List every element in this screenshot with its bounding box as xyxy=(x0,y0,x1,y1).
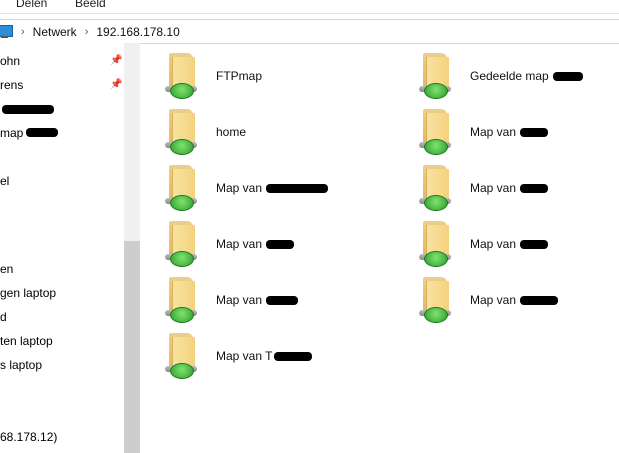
nav-item-6[interactable]: en xyxy=(0,262,13,276)
nav-item-8[interactable]: d xyxy=(0,310,7,324)
folder-item[interactable]: home xyxy=(162,106,246,158)
network-share-folder-icon xyxy=(416,163,454,213)
chevron-right-icon[interactable]: › xyxy=(85,26,89,38)
redaction-mark xyxy=(26,128,58,137)
network-share-folder-icon xyxy=(416,275,454,325)
navigation-pane: ohn 📌 rens 📌 map el en gen laptop d ten … xyxy=(0,43,140,453)
folder-item[interactable]: Map van xyxy=(162,162,329,214)
redaction-mark xyxy=(552,71,583,81)
network-share-folder-icon xyxy=(416,219,454,269)
nav-item-10[interactable]: s laptop xyxy=(0,358,42,372)
folder-item[interactable]: Map van xyxy=(162,218,295,270)
redaction-mark xyxy=(2,105,54,114)
folder-label: Map van xyxy=(470,125,517,139)
redaction-mark xyxy=(266,239,295,249)
nav-item-quick-2[interactable]: rens xyxy=(0,78,23,92)
breadcrumb-network[interactable]: Netwerk xyxy=(33,25,77,39)
nav-item-quick-1[interactable]: ohn xyxy=(0,54,20,68)
nav-item-9[interactable]: ten laptop xyxy=(0,334,53,348)
folder-item[interactable]: Map van xyxy=(162,274,299,326)
folder-label: Map van xyxy=(216,237,263,251)
breadcrumb-host[interactable]: 192.168.178.10 xyxy=(96,25,179,39)
folder-label: FTPmap xyxy=(216,69,263,83)
folder-label: Map van xyxy=(470,181,517,195)
network-share-folder-icon xyxy=(416,107,454,157)
redaction-mark xyxy=(520,239,549,249)
redaction-mark xyxy=(266,183,329,193)
folder-label: Gedeelde map xyxy=(470,69,549,83)
ribbon-tab-view[interactable]: Beeld xyxy=(75,0,106,10)
redaction-mark xyxy=(520,127,549,137)
pin-icon[interactable]: 📌 xyxy=(110,79,122,90)
network-share-folder-icon xyxy=(162,163,200,213)
folder-item[interactable]: Map van T xyxy=(162,330,313,382)
folder-item[interactable]: Map van xyxy=(416,218,549,270)
redaction-mark xyxy=(266,295,299,305)
nav-item-11[interactable]: 68.178.12) xyxy=(0,430,57,444)
redaction-mark xyxy=(520,183,549,193)
chevron-right-icon[interactable]: › xyxy=(21,26,25,38)
folder-item[interactable]: Map van xyxy=(416,162,549,214)
nav-item-7[interactable]: gen laptop xyxy=(0,286,56,300)
network-share-folder-icon xyxy=(162,219,200,269)
folder-label: Map van xyxy=(216,293,263,307)
folder-item[interactable]: FTPmap xyxy=(162,50,262,102)
network-share-folder-icon xyxy=(162,51,200,101)
breadcrumb: › Netwerk › 192.168.178.10 xyxy=(0,20,180,43)
folder-label: home xyxy=(216,125,247,139)
nav-item-5[interactable]: el xyxy=(0,174,9,188)
folder-item[interactable]: Map van xyxy=(416,106,549,158)
ribbon-tabs: Delen Beeld xyxy=(0,0,619,14)
network-share-folder-icon xyxy=(162,107,200,157)
redaction-mark xyxy=(520,295,559,305)
computer-icon xyxy=(0,25,13,38)
folder-label: Map van xyxy=(470,293,517,307)
pin-icon[interactable]: 📌 xyxy=(110,55,122,66)
folder-label: Map van xyxy=(216,181,263,195)
folder-item[interactable]: Map van xyxy=(416,274,559,326)
network-share-folder-icon xyxy=(416,51,454,101)
ribbon-tab-share[interactable]: Delen xyxy=(16,0,47,10)
nav-scrollbar-thumb[interactable] xyxy=(124,241,140,453)
folder-item[interactable]: Gedeelde map xyxy=(416,50,583,102)
folder-label: Map van xyxy=(470,237,517,251)
folder-label: Map van T xyxy=(216,349,273,363)
network-share-folder-icon xyxy=(162,331,200,381)
redaction-mark xyxy=(274,351,313,361)
address-bar[interactable]: › Netwerk › 192.168.178.10 xyxy=(0,19,619,44)
folder-view: FTPmap Gedeelde map home Map van Map van… xyxy=(140,43,619,453)
network-share-folder-icon xyxy=(162,275,200,325)
nav-item-quick-4[interactable]: map xyxy=(0,126,23,140)
